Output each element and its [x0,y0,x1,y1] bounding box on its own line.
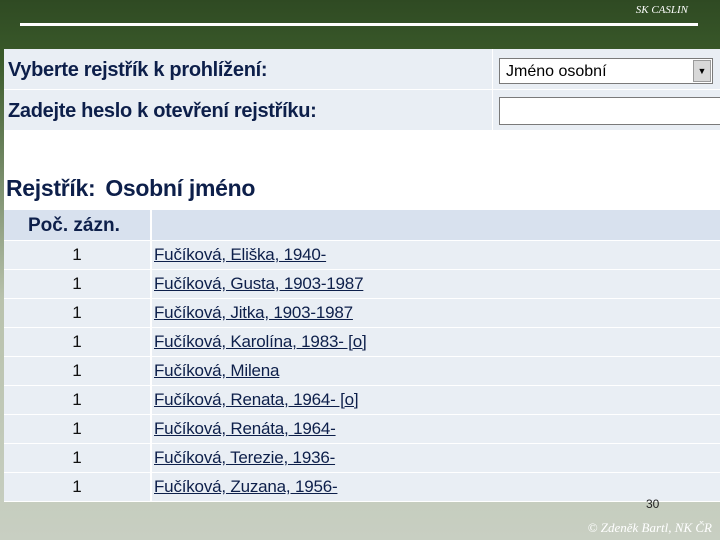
entry-link[interactable]: Fučíková, Terezie, 1936- [154,444,335,472]
password-cell [492,90,720,130]
password-row: Zadejte heslo k otevření rejstříku: [4,90,720,131]
catalog-panel: Vyberte rejstřík k prohlížení: Jméno oso… [4,49,720,502]
header-tag: SK CASLIN [635,4,688,16]
column-header-count-label: Poč. zázn. [28,215,120,236]
register-select-value: Jméno osobní [506,63,607,80]
register-select-label: Vyberte rejstřík k prohlížení: [8,59,268,81]
table-row: 1 Fučíková, Milena [4,357,720,386]
record-count: 1 [4,328,152,356]
chevron-down-icon[interactable]: ▼ [693,60,711,82]
password-input[interactable] [499,97,720,125]
record-count: 1 [4,415,152,443]
record-count: 1 [4,473,152,501]
table-header: Poč. zázn. [4,210,720,240]
record-count: 1 [4,357,152,385]
entry-link[interactable]: Fučíková, Renáta, 1964- [154,415,336,443]
register-title-name: Osobní jméno [105,175,256,201]
entry-link[interactable]: Fučíková, Milena [154,357,279,385]
table-row: 1 Fučíková, Renáta, 1964- [4,415,720,444]
password-label: Zadejte heslo k otevření rejstříku: [8,100,317,122]
copyright-notice: © Zdeněk Bartl, NK ČR [587,520,712,535]
record-count: 1 [4,270,152,298]
record-count: 1 [4,444,152,472]
entry-link[interactable]: Fučíková, Jitka, 1903-1987 [154,299,353,327]
table-row: 1 Fučíková, Jitka, 1903-1987 [4,299,720,328]
register-title-label: Rejstřík: [6,175,96,201]
register-select-row: Vyberte rejstřík k prohlížení: Jméno oso… [4,49,720,90]
table-row: 1 Fučíková, Gusta, 1903-1987 [4,270,720,299]
entry-link[interactable]: Fučíková, Karolína, 1983- [o] [154,328,367,356]
table-row: 1 Fučíková, Terezie, 1936- [4,444,720,473]
entry-link[interactable]: Fučíková, Eliška, 1940- [154,241,326,269]
table-row: 1 Fučíková, Renata, 1964- [o] [4,386,720,415]
record-count: 1 [4,299,152,327]
register-select-cell: Jméno osobní ▼ [492,49,720,89]
entry-link[interactable]: Fučíková, Gusta, 1903-1987 [154,270,364,298]
table-row: 1 Fučíková, Karolína, 1983- [o] [4,328,720,357]
page-number: 30 [646,497,660,511]
entry-link[interactable]: Fučíková, Renata, 1964- [o] [154,386,359,414]
record-count: 1 [4,386,152,414]
register-table-body: 1 Fučíková, Eliška, 1940- 1 Fučíková, Gu… [4,241,720,502]
table-row: 1 Fučíková, Eliška, 1940- [4,241,720,270]
register-title: Rejstřík: Osobní jméno [6,175,255,202]
entry-link[interactable]: Fučíková, Zuzana, 1956- [154,473,338,501]
table-row: 1 Fučíková, Zuzana, 1956- [4,473,720,502]
header-rule [20,23,698,26]
column-header-count: Poč. zázn. [4,210,152,240]
record-count: 1 [4,241,152,269]
register-select[interactable]: Jméno osobní ▼ [499,58,713,84]
